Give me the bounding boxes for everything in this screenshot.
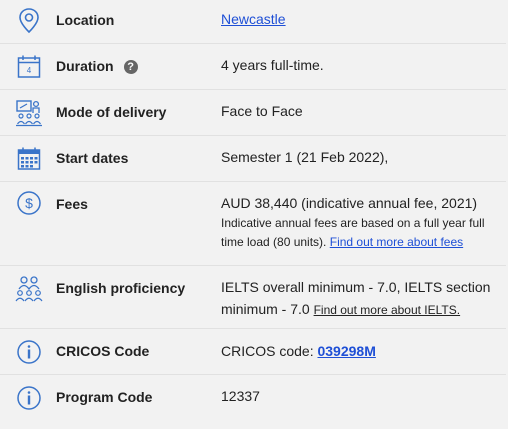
delivery-row: Mode of delivery Face to Face	[0, 90, 506, 136]
question-circle-icon[interactable]: ?	[123, 60, 138, 74]
start-dates-label: Start dates	[56, 150, 129, 166]
delivery-value: Face to Face	[221, 103, 303, 119]
program-details-panel: Location Newcastle 4 Duration? 4 years f…	[0, 0, 508, 429]
location-row: Location Newcastle	[0, 0, 506, 44]
cricos-value: CRICOS code: 039298M	[221, 340, 501, 362]
fees-amount: AUD 38,440 (indicative annual fee, 2021)	[221, 195, 478, 211]
people-group-icon	[14, 274, 44, 304]
delivery-label: Mode of delivery	[56, 104, 167, 120]
fees-note: Indicative annual fees are based on a fu…	[221, 214, 501, 252]
duration-label-text: Duration	[56, 58, 114, 74]
info-circle-icon	[14, 337, 44, 367]
fees-row: $ Fees AUD 38,440 (indicative annual fee…	[0, 182, 506, 266]
ielts-link[interactable]: Find out more about IELTS.	[314, 303, 461, 317]
program-label: Program Code	[56, 389, 153, 405]
location-link[interactable]: Newcastle	[221, 11, 286, 27]
calendar-day-number: 4	[27, 66, 32, 75]
location-value: Newcastle	[221, 8, 501, 30]
duration-row: 4 Duration? 4 years full-time.	[0, 44, 506, 90]
svg-text:$: $	[25, 195, 33, 211]
cricos-prefix: CRICOS code:	[221, 343, 314, 359]
cricos-code-link[interactable]: 039298M	[317, 343, 375, 359]
english-value-block: IELTS overall minimum - 7.0, IELTS secti…	[221, 276, 501, 320]
duration-label: Duration?	[56, 58, 138, 74]
start-dates-value: Semester 1 (21 Feb 2022),	[221, 149, 389, 165]
info-circle-icon	[14, 383, 44, 413]
classroom-icon	[14, 98, 44, 128]
start-dates-row: Start dates Semester 1 (21 Feb 2022),	[0, 136, 506, 182]
program-row: Program Code 12337	[0, 375, 506, 420]
calendar-grid-icon	[14, 144, 44, 174]
location-label: Location	[56, 12, 115, 28]
english-row: English proficiency IELTS overall minimu…	[0, 266, 506, 329]
english-label: English proficiency	[56, 280, 186, 296]
program-value: 12337	[221, 388, 260, 404]
fees-value-block: AUD 38,440 (indicative annual fee, 2021)…	[221, 192, 501, 252]
calendar-day-icon: 4	[14, 52, 44, 82]
location-pin-icon	[14, 6, 44, 36]
dollar-circle-icon: $	[14, 188, 44, 218]
fees-link[interactable]: Find out more about fees	[330, 235, 463, 249]
cricos-label: CRICOS Code	[56, 343, 150, 359]
cricos-row: CRICOS Code CRICOS code: 039298M	[0, 329, 506, 375]
fees-label: Fees	[56, 196, 88, 212]
duration-value: 4 years full-time.	[221, 57, 324, 73]
